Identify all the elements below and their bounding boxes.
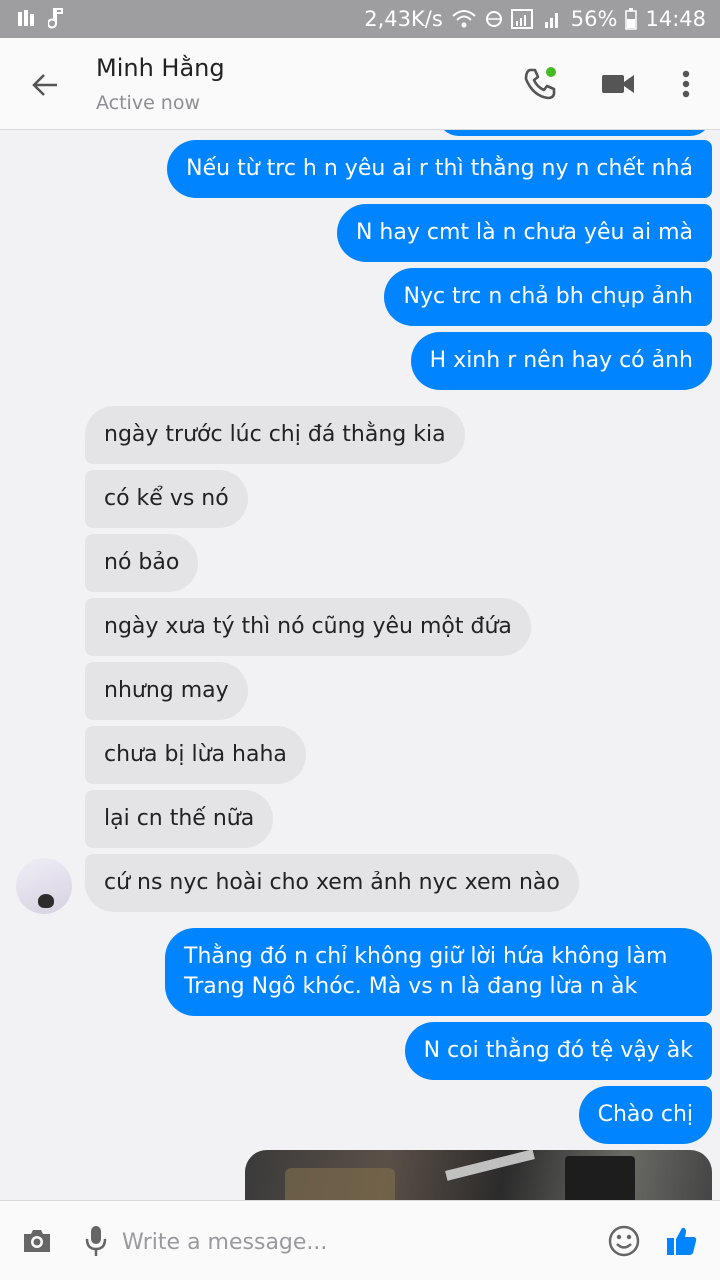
message-bubble-incoming[interactable]: cứ ns nyc hoài cho xem ảnh nyc xem nào [85,854,579,912]
wifi-icon [452,10,476,28]
message-input[interactable] [122,1221,582,1263]
conversation-header: Minh Hằng Active now [0,38,720,130]
message-line: Thằng đó n chỉ không giữ lời hứa không l… [184,944,668,969]
back-button[interactable] [20,60,70,110]
clock: 14:48 [645,7,706,31]
signal-bars-icon [544,13,558,28]
battery-percent: 56% [570,7,618,31]
like-button[interactable] [656,1215,708,1267]
status-left [16,7,68,31]
camera-button[interactable] [11,1215,63,1267]
camera-icon [24,1230,50,1252]
microphone-icon [85,1226,107,1256]
message-list[interactable]: Nếu từ trc h n yêu ai r thì thằng ny n c… [0,130,720,1200]
message-bubble-incoming[interactable]: lại cn thế nữa [85,790,274,848]
message-composer [0,1200,720,1280]
emoji-icon [608,1225,640,1257]
status-bar: 2,43K/s 56% 14:48 [0,0,720,38]
message-bubble-outgoing[interactable]: Nyc trc n chả bh chụp ảnh [384,268,712,326]
video-call-button[interactable] [592,58,644,110]
music-note-icon [48,8,63,29]
message-bubble-outgoing[interactable]: Thằng đó n chỉ không giữ lời hứa không l… [165,928,712,1016]
message-bubble-incoming[interactable]: ngày xưa tý thì nó cũng yêu một đứa [85,598,531,656]
message-bubble-incoming[interactable]: có kể vs nó [85,470,248,528]
network-speed: 2,43K/s [364,7,443,31]
contact-avatar[interactable] [16,858,72,914]
message-bubble-outgoing[interactable]: Chào chị [578,1086,712,1144]
gallery-notification-icon [18,10,34,26]
photo-detail [565,1156,635,1200]
emoji-button[interactable] [598,1215,650,1267]
photo-detail [445,1150,535,1181]
message-bubble-outgoing[interactable]: N coi thằng đó tệ vậy àk [404,1022,712,1080]
photo-detail [285,1168,395,1200]
status-right: 2,43K/s 56% 14:48 [364,7,706,31]
globe-icon [485,11,502,27]
video-camera-icon [602,75,634,93]
signal-icon [510,9,533,29]
contact-name[interactable]: Minh Hằng [96,54,225,82]
message-bubble-incoming[interactable]: nó bảo [85,534,199,592]
message-line: Trang Ngô khóc. Mà vs n là đang lừa n àk [184,974,638,999]
message-bubble-incoming[interactable]: nhưng may [85,662,248,720]
more-options-button[interactable] [660,58,712,110]
message-bubble-outgoing[interactable]: Nếu từ trc h n yêu ai r thì thằng ny n c… [167,140,712,198]
voice-call-button[interactable] [514,58,566,110]
thumbs-up-icon [667,1227,697,1255]
message-bubble-outgoing[interactable]: N hay cmt là n chưa yêu ai mà [336,204,712,262]
message-bubble-incoming[interactable]: ngày trước lúc chị đá thằng kia [85,406,465,464]
back-arrow-icon [32,74,57,96]
battery-icon [625,8,638,30]
message-bubble-outgoing[interactable]: H xinh r nên hay có ảnh [410,332,712,390]
phone-icon [524,67,556,100]
message-bubble-partial [437,130,712,136]
message-bubble-incoming[interactable]: chưa bị lừa haha [85,726,306,784]
microphone-button[interactable] [70,1215,122,1267]
more-vertical-icon [682,70,690,98]
contact-status: Active now [96,92,201,114]
photo-attachment[interactable] [245,1150,712,1200]
